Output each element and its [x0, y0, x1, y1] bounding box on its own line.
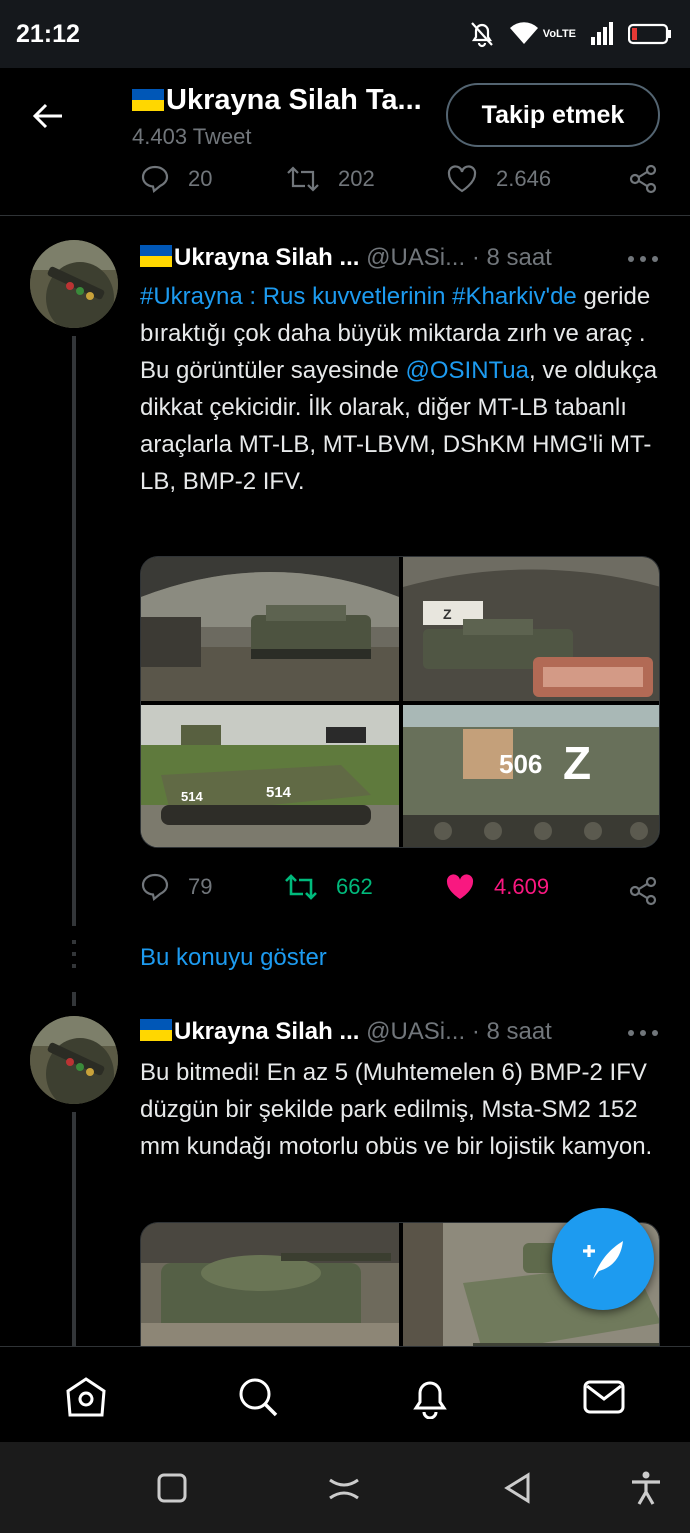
- reply-action[interactable]: 20: [140, 164, 212, 194]
- avatar[interactable]: [30, 1016, 118, 1104]
- system-nav-bar: [0, 1442, 690, 1533]
- reply-count: 20: [188, 166, 213, 191]
- thread-line: [72, 336, 76, 926]
- accessibility-icon[interactable]: [628, 1470, 664, 1506]
- search-icon[interactable]: [236, 1375, 280, 1419]
- ukraine-flag-icon: [132, 89, 164, 111]
- notifications-icon[interactable]: [408, 1375, 452, 1419]
- wifi-icon: [509, 22, 538, 44]
- follow-button[interactable]: Takip etmek: [446, 83, 660, 147]
- thread-line-connector: [72, 992, 76, 1006]
- hangar-vehicle-photo[interactable]: [141, 557, 399, 701]
- compose-tweet-button[interactable]: [552, 1208, 654, 1310]
- mt-lb-514-photo[interactable]: 514 514: [141, 705, 399, 847]
- tweet-count: 4.403 Tweet: [132, 124, 252, 149]
- notifications-off-icon: [470, 22, 493, 48]
- like-action[interactable]: 2.646: [446, 164, 551, 194]
- battery-low-icon: [628, 23, 671, 45]
- author-name[interactable]: Ukrayna Silah ...: [174, 244, 359, 271]
- retweet-count: 202: [338, 166, 375, 191]
- tweet-actions: 79 662 4.609: [140, 872, 660, 912]
- profile-name: Ukrayna Silah Ta...: [166, 84, 422, 116]
- tweet-header: Ukrayna Silah ... @UASi... · 8 saat: [140, 244, 552, 272]
- vehicle-number-506: 506: [499, 749, 542, 779]
- heart-filled-icon: [446, 874, 474, 899]
- reply-icon: [141, 165, 169, 194]
- profile-title: Ukrayna Silah Ta...: [132, 84, 437, 117]
- share-icon[interactable]: [628, 164, 658, 194]
- vehicle-z-mark: Z: [563, 737, 591, 789]
- retweet-icon: [287, 166, 319, 192]
- status-bar: 21:12 VoLTE: [0, 0, 690, 68]
- hashtag-link[interactable]: #Ukrayna : Rus kuvvetlerinin #Kharkiv'de: [140, 283, 577, 310]
- compose-feather-icon: [583, 1241, 623, 1279]
- mention-link[interactable]: @OSINTua: [406, 357, 530, 384]
- tweet-media-grid[interactable]: Z 514 514 506 Z: [140, 556, 660, 848]
- like-action[interactable]: 4.609: [444, 872, 549, 902]
- show-thread-link[interactable]: Bu konuyu göster: [140, 944, 327, 972]
- vehicle-number-514: 514: [266, 784, 292, 801]
- tweet-text: Bu bitmedi! En az 5 (Muhtemelen 6) BMP-2…: [140, 1059, 653, 1160]
- author-name[interactable]: Ukrayna Silah ...: [174, 1018, 359, 1045]
- retweet-action[interactable]: 662: [284, 872, 373, 902]
- thread-dots: [72, 940, 76, 980]
- tweet-1[interactable]: Ukrayna Silah ... @UASi... · 8 saat #Ukr…: [0, 216, 690, 946]
- like-count: 2.646: [496, 166, 552, 191]
- ukraine-flag-icon: [140, 1019, 172, 1041]
- profile-header: Ukrayna Silah Ta... 4.403 Tweet Takip et…: [0, 68, 690, 216]
- more-options-icon[interactable]: [628, 254, 658, 264]
- tweet-time: · 8 saat: [471, 1018, 552, 1045]
- reply-icon: [141, 873, 169, 902]
- retweet-icon: [285, 874, 317, 900]
- volte-icon: VoLTE: [542, 28, 576, 40]
- bottom-tab-bar: [0, 1346, 690, 1442]
- signal-icon: [591, 22, 613, 45]
- z-mark-text: Z: [443, 606, 452, 622]
- tweet-header: Ukrayna Silah ... @UASi... · 8 saat: [140, 1018, 552, 1046]
- messages-icon[interactable]: [582, 1375, 626, 1419]
- destroyed-tank-photo[interactable]: [141, 1223, 399, 1346]
- back-arrow-icon[interactable]: [30, 98, 66, 134]
- author-handle[interactable]: @UASi...: [366, 244, 465, 271]
- author-handle[interactable]: @UASi...: [366, 1018, 465, 1045]
- previous-tweet-actions: 20 202 2.646: [140, 164, 660, 194]
- home-gesture-icon[interactable]: [326, 1470, 362, 1506]
- back-icon[interactable]: [500, 1470, 536, 1506]
- home-icon[interactable]: [64, 1375, 108, 1419]
- vehicle-506-z-photo[interactable]: 506 Z: [403, 705, 659, 847]
- tweet-time: · 8 saat: [471, 244, 552, 271]
- reply-action[interactable]: 79: [140, 872, 212, 902]
- tweet-text: #Ukrayna : Rus kuvvetlerinin #Kharkiv'de…: [140, 278, 660, 500]
- status-icons: VoLTE: [469, 20, 672, 48]
- retweet-count: 662: [336, 874, 373, 899]
- thread-line: [72, 1112, 76, 1346]
- more-options-icon[interactable]: [628, 1028, 658, 1038]
- avatar[interactable]: [30, 240, 118, 328]
- avatar-image: [30, 1016, 118, 1104]
- retweet-action[interactable]: 202: [286, 164, 375, 194]
- like-count: 4.609: [494, 874, 550, 899]
- heart-icon: [447, 165, 477, 193]
- clock: 21:12: [16, 20, 80, 48]
- share-icon[interactable]: [628, 876, 658, 906]
- recents-icon[interactable]: [154, 1470, 190, 1506]
- reply-count: 79: [188, 874, 213, 899]
- hangar-vehicle-z-photo[interactable]: Z: [403, 557, 659, 701]
- ukraine-flag-icon: [140, 245, 172, 267]
- vehicle-number-514-front: 514: [181, 789, 203, 804]
- avatar-image: [30, 240, 118, 328]
